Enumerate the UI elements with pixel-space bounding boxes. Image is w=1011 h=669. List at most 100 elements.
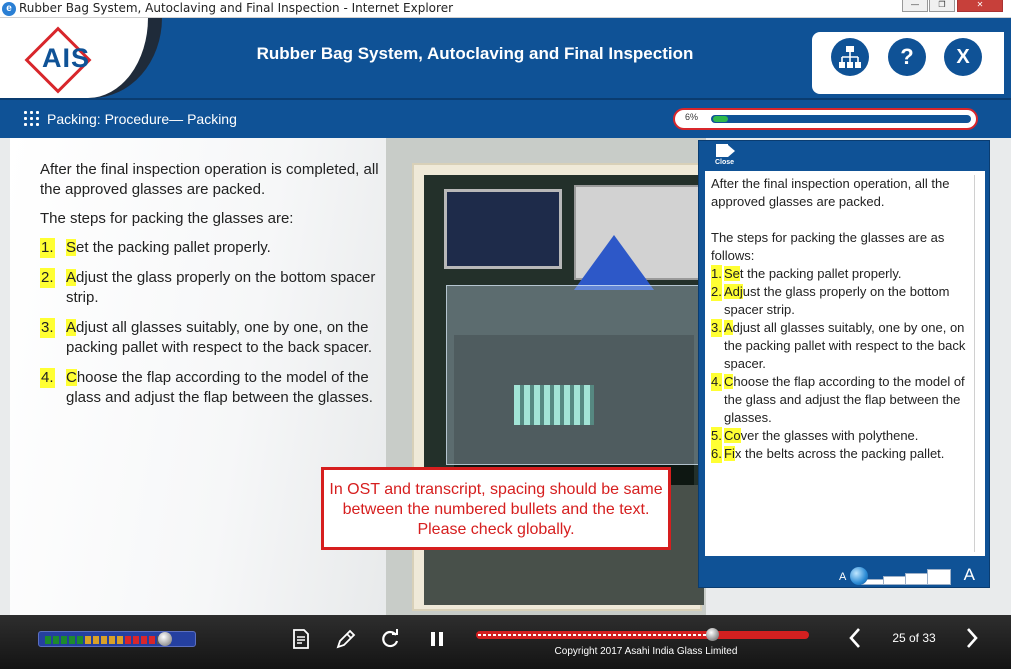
close-panel-icon xyxy=(716,144,728,157)
topic-menu-icon[interactable] xyxy=(24,111,39,126)
course-title: Rubber Bag System, Autoclaving and Final… xyxy=(256,44,694,63)
pause-icon xyxy=(431,632,443,646)
close-label: Close xyxy=(715,159,735,166)
transcript-step-number: 3. xyxy=(711,319,722,337)
step-first-letter: A xyxy=(66,319,77,336)
transcript-step-highlight: Se xyxy=(724,266,740,281)
transcript-para-1: After the final inspection operation, al… xyxy=(711,176,950,209)
volume-slider[interactable] xyxy=(38,631,196,647)
help-button[interactable]: ? xyxy=(888,38,926,76)
step-item: 4. Choose the flap according to the model… xyxy=(40,368,386,408)
step-first-letter: A xyxy=(66,269,77,286)
transcript-step: 6. Fix the belts across the packing pall… xyxy=(711,445,969,463)
next-page-button[interactable] xyxy=(962,625,982,657)
slide-intro: After the final inspection operation is … xyxy=(40,161,379,198)
transcript-text: After the final inspection operation, al… xyxy=(711,175,969,463)
volume-knob[interactable] xyxy=(158,632,172,646)
step-text: djust all glasses suitably, one by one, … xyxy=(66,319,373,356)
transcript-step-text: t the packing pallet properly. xyxy=(739,266,902,281)
window-titlebar: e Rubber Bag System, Autoclaving and Fin… xyxy=(0,0,1011,18)
font-smaller-label: A xyxy=(839,571,847,583)
steps-heading: The steps for packing the glasses are: xyxy=(40,210,294,227)
edit-button[interactable] xyxy=(334,627,358,651)
seek-knob[interactable] xyxy=(706,628,719,641)
sitemap-icon xyxy=(839,46,861,68)
volume-segment xyxy=(101,636,107,644)
transcript-steps: 1. Set the packing pallet properly. 2. Ad… xyxy=(711,265,969,463)
transcript-text-box: After the final inspection operation, al… xyxy=(705,171,985,556)
step-number: 4. xyxy=(40,368,55,388)
sitemap-button[interactable] xyxy=(831,38,869,76)
transcript-para-2: The steps for packing the glasses are as… xyxy=(711,230,945,263)
transcript-scrollbar[interactable] xyxy=(974,175,983,552)
transcript-step-number: 6. xyxy=(711,445,722,463)
progress-track xyxy=(711,115,971,123)
volume-segment xyxy=(77,636,83,644)
course-progress-bar: 6% xyxy=(673,108,978,130)
step-number: 3. xyxy=(40,318,55,338)
topic-bar: Packing: Procedure— Packing 6% xyxy=(0,98,1011,138)
step-text: hoose the flap according to the model of… xyxy=(66,369,373,406)
step-number: 1. xyxy=(40,238,55,258)
internet-explorer-icon: e xyxy=(2,2,16,16)
arrow-right-icon xyxy=(728,145,735,157)
polythene-cover xyxy=(446,285,701,465)
volume-segment xyxy=(85,636,91,644)
step-text: djust the glass properly on the bottom s… xyxy=(66,269,376,306)
pencil-icon xyxy=(336,629,356,649)
volume-segment xyxy=(45,636,51,644)
volume-segment xyxy=(109,636,115,644)
minimize-button[interactable]: — xyxy=(902,0,928,12)
step-item: 2. Adjust the glass properly on the botto… xyxy=(40,268,386,308)
transcript-step-number: 5. xyxy=(711,427,722,445)
transcript-step-text: ust the glass properly on the bottom spa… xyxy=(724,284,950,317)
exit-button[interactable]: X xyxy=(944,38,982,76)
previous-page-button[interactable] xyxy=(845,625,865,657)
transcript-step-highlight: Fi xyxy=(724,446,735,461)
transcript-step-highlight: Adj xyxy=(724,284,743,299)
transcript-step: 2. Adjust the glass properly on the bott… xyxy=(711,283,969,319)
font-size-knob[interactable] xyxy=(850,567,868,585)
step-item: 3. Adjust all glasses suitably, one by on… xyxy=(40,318,386,358)
step-text: et the packing pallet properly. xyxy=(76,239,271,256)
notes-button[interactable] xyxy=(289,627,313,651)
transcript-step: 1. Set the packing pallet properly. xyxy=(711,265,969,283)
volume-segment xyxy=(141,636,147,644)
steps-list: 1. Set the packing pallet properly. 2. Adju… xyxy=(40,238,386,418)
chevron-right-icon xyxy=(967,628,978,648)
step-item: 1. Set the packing pallet properly. xyxy=(40,238,386,258)
volume-segment xyxy=(93,636,99,644)
seek-bar[interactable] xyxy=(476,628,809,641)
transcript-step: 3. Adjust all glasses suitably, one by o… xyxy=(711,319,969,373)
transcript-step-number: 4. xyxy=(711,373,722,391)
notes-icon xyxy=(293,629,309,649)
seek-played xyxy=(478,634,710,636)
transcript-step-highlight: C xyxy=(724,374,734,389)
transcript-step-text: hoose the flap according to the model of… xyxy=(724,374,965,425)
chevron-left-icon xyxy=(849,628,860,648)
pause-button[interactable] xyxy=(425,627,449,651)
slide-content: After the final inspection operation is … xyxy=(0,138,1011,615)
volume-segment xyxy=(61,636,67,644)
volume-segment xyxy=(53,636,59,644)
font-larger-label: A xyxy=(963,565,975,584)
breadcrumb: Packing: Procedure— Packing xyxy=(47,111,237,127)
notice-board xyxy=(444,189,562,269)
transcript-step-text: ver the glasses with polythene. xyxy=(740,428,919,443)
page-indicator: 25 of 33 xyxy=(892,631,936,645)
font-size-bars[interactable] xyxy=(857,569,953,585)
transcript-close-button[interactable]: Close xyxy=(714,144,736,168)
maximize-button[interactable]: ❐ xyxy=(929,0,955,12)
font-size-control[interactable]: A A xyxy=(839,565,985,587)
transcript-step: 4. Choose the flap according to the mode… xyxy=(711,373,969,427)
volume-segment xyxy=(117,636,123,644)
transcript-step-number: 1. xyxy=(711,265,722,283)
replay-button[interactable] xyxy=(378,627,402,651)
progress-percent: 6% xyxy=(685,112,699,122)
window-close-button[interactable]: ✕ xyxy=(957,0,1003,12)
volume-segment xyxy=(133,636,139,644)
transcript-step-text: djust all glasses suitably, one by one, … xyxy=(724,320,966,371)
logo: AIS xyxy=(41,43,90,73)
step-first-letter: C xyxy=(66,369,77,386)
replay-icon xyxy=(382,629,399,648)
